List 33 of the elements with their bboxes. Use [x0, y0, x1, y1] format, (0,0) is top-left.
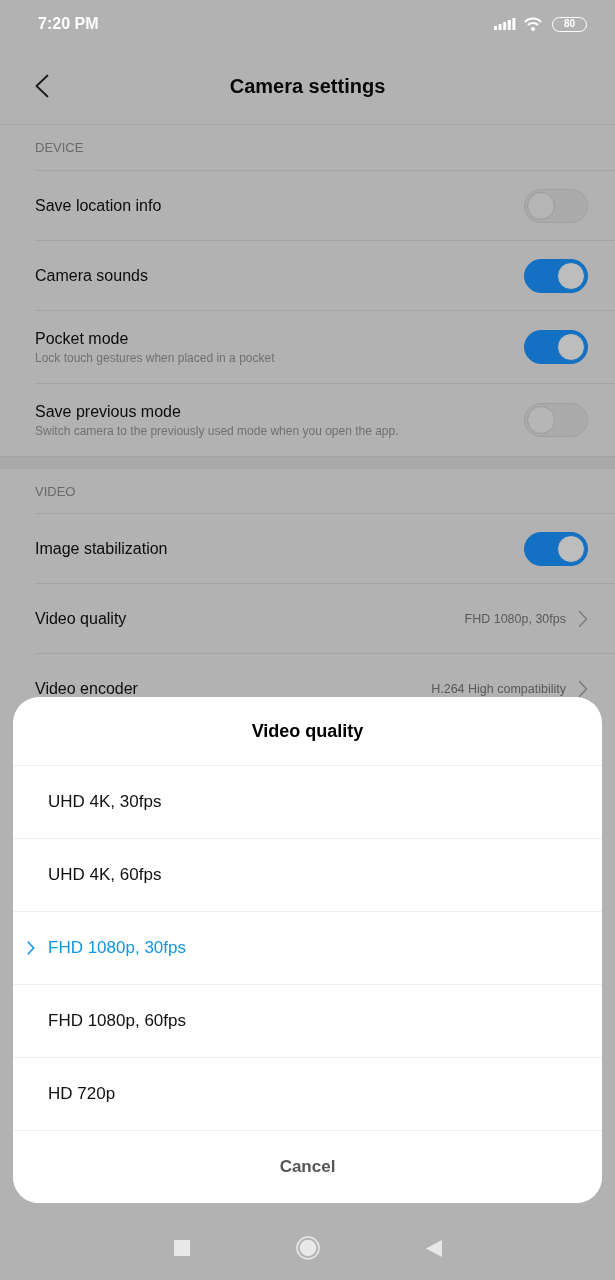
chevron-right-icon [578, 679, 588, 698]
status-time: 7:20 PM [38, 15, 99, 33]
setting-value: FHD 1080p, 30fps [464, 611, 566, 626]
setting-title: Pocket mode [35, 329, 130, 348]
setting-title: Image stabilization [35, 539, 169, 558]
back-nav-button[interactable] [425, 1239, 442, 1257]
setting-value: H.264 High compatibility [431, 681, 566, 696]
circle-icon [295, 1236, 320, 1260]
section-label: DEVICE [35, 140, 84, 155]
setting-title: Video encoder [35, 679, 139, 698]
setting-description: Lock touch gestures when placed in a pocket [35, 350, 276, 365]
chevron-right-icon [578, 609, 588, 628]
square-icon [173, 1240, 190, 1256]
setting-description: Switch camera to the previously used mode when you open the app. [35, 423, 400, 438]
toggle-switch[interactable] [524, 531, 588, 566]
setting-title: Save previous mode [35, 402, 182, 421]
toggle-switch[interactable] [524, 258, 588, 293]
square-button[interactable] [173, 1240, 190, 1256]
page-title: Camera settings [229, 74, 386, 98]
toggle-switch[interactable] [524, 403, 588, 437]
back-icon [35, 74, 49, 98]
back-icon [425, 1239, 442, 1257]
setting-title: Camera sounds [35, 266, 149, 285]
section-label: VIDEO [35, 483, 76, 499]
wifi-icon [524, 17, 542, 31]
dialog-title: Video quality [251, 720, 364, 742]
setting-title: Video quality [35, 609, 128, 628]
setting-title: Save location info [35, 196, 163, 215]
toggle-switch[interactable] [524, 188, 588, 223]
chevron-right-icon [27, 941, 35, 955]
signal-icon [494, 18, 516, 30]
toggle-switch[interactable] [524, 330, 588, 364]
home-button[interactable] [295, 1236, 320, 1260]
